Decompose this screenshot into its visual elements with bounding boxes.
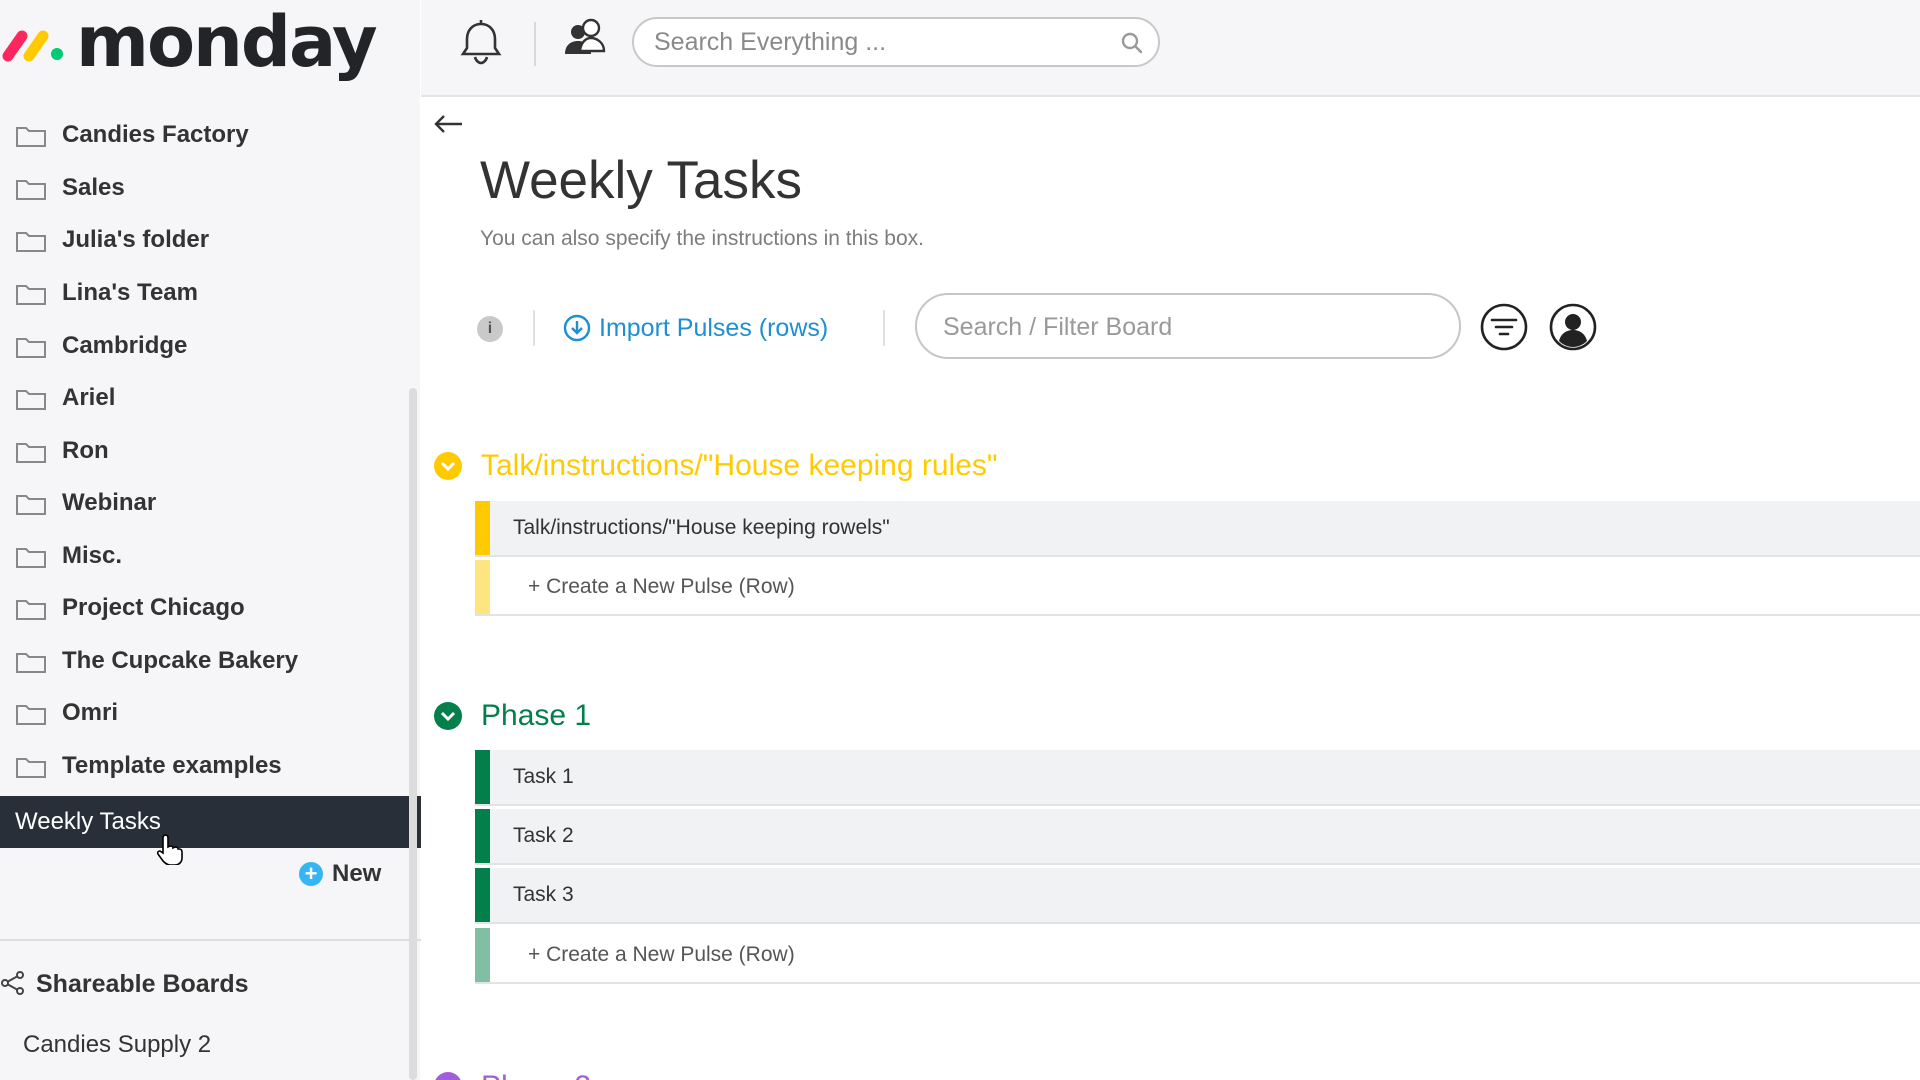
shareable-boards-title: Shareable Boards: [36, 970, 249, 998]
sidebar-folder-template-examples[interactable]: Template examples: [0, 744, 410, 788]
import-pulses-label: Import Pulses (rows): [599, 313, 829, 342]
row-color-bar: [475, 928, 490, 982]
row-label: Talk/instructions/"House keeping rowels": [513, 516, 890, 539]
folder-icon: [16, 127, 46, 147]
plus-icon: +: [299, 862, 323, 886]
sidebar-folder-omri[interactable]: Omri: [0, 691, 410, 735]
row-color-bar: [475, 501, 490, 555]
sidebar-folder-ariel[interactable]: Ariel: [0, 376, 410, 420]
sidebar-folder-the-cupcake-bakery[interactable]: The Cupcake Bakery: [0, 639, 410, 683]
sidebar-folder-candies-factory[interactable]: Candies Factory: [0, 113, 410, 157]
folder-icon: [16, 653, 46, 673]
topbar-separator: [534, 22, 536, 66]
new-board-button[interactable]: + New: [299, 859, 381, 889]
row-color-bar: [475, 868, 490, 922]
folder-label: Candies Factory: [62, 121, 249, 148]
folder-label: Misc.: [62, 542, 123, 569]
row-color-bar: [475, 750, 490, 804]
folder-label: Template examples: [62, 752, 282, 779]
sidebar-folder-cambridge[interactable]: Cambridge: [0, 324, 410, 368]
sidebar-item-weekly-tasks[interactable]: Weekly Tasks: [0, 796, 421, 848]
folder-label: The Cupcake Bakery: [62, 647, 299, 674]
folder-icon: [16, 705, 46, 725]
monday-logo[interactable]: monday: [0, 0, 420, 90]
folder-label: Lina's Team: [62, 279, 198, 306]
shareable-board-item[interactable]: Candies Supply 2: [23, 1031, 211, 1059]
folder-icon: [16, 443, 46, 463]
sidebar-folder-project-chicago[interactable]: Project Chicago: [0, 586, 410, 630]
create-pulse-label: + Create a New Pulse (Row): [528, 575, 795, 598]
sidebar-folder-linas-team[interactable]: Lina's Team: [0, 271, 410, 315]
folder-icon: [16, 180, 46, 200]
table-row[interactable]: Talk/instructions/"House keeping rowels": [475, 501, 1920, 557]
table-row[interactable]: Task 2: [475, 809, 1920, 865]
folder-label: Julia's folder: [62, 226, 210, 253]
sidebar-scrollbar[interactable]: [409, 388, 417, 1080]
folder-icon: [16, 285, 46, 305]
row-color-bar: [475, 809, 490, 863]
bell-icon[interactable]: [459, 19, 503, 65]
board-filter-input[interactable]: [943, 312, 1433, 342]
folder-icon: [16, 600, 46, 620]
create-pulse-row[interactable]: + Create a New Pulse (Row): [475, 560, 1920, 616]
folder-label: Ariel: [62, 384, 116, 411]
collapse-icon[interactable]: [433, 701, 463, 731]
folder-icon: [16, 390, 46, 410]
row-color-bar: [475, 560, 490, 614]
back-arrow-glyph: [434, 115, 462, 133]
folder-icon: [16, 338, 46, 358]
search-icon[interactable]: [1120, 31, 1144, 55]
toolbar-separator: [533, 310, 535, 346]
collapse-icon[interactable]: [433, 451, 463, 481]
download-icon: [563, 314, 591, 342]
sidebar-folder-ron[interactable]: Ron: [0, 429, 410, 473]
folder-icon: [16, 232, 46, 252]
back-arrow-icon[interactable]: [434, 108, 464, 138]
monday-logo-icon: [2, 30, 63, 62]
sidebar-folder-webinar[interactable]: Webinar: [0, 481, 410, 525]
people-icon[interactable]: [562, 18, 608, 62]
info-icon[interactable]: i: [477, 316, 503, 342]
folder-label: Sales: [62, 174, 125, 201]
folder-icon: [16, 548, 46, 568]
folder-label: Omri: [62, 699, 119, 726]
group-title: Phase 2: [481, 1070, 591, 1080]
sidebar-folder-julias-folder[interactable]: Julia's folder: [0, 218, 410, 262]
global-search[interactable]: [632, 17, 1160, 67]
filter-icon[interactable]: [1479, 302, 1529, 352]
person-filter-icon[interactable]: [1548, 302, 1598, 352]
group-title: Talk/instructions/"House keeping rules": [481, 449, 998, 482]
folder-icon: [16, 495, 46, 515]
group-title: Phase 1: [481, 699, 592, 732]
row-label: Task 2: [513, 824, 574, 847]
table-row[interactable]: Task 1: [475, 750, 1920, 806]
sidebar-folder-sales[interactable]: Sales: [0, 166, 410, 210]
share-icon: [1, 971, 24, 995]
collapse-icon[interactable]: [433, 1071, 463, 1080]
folder-label: Project Chicago: [62, 594, 245, 621]
toolbar-separator: [883, 310, 885, 346]
folder-icon: [16, 758, 46, 778]
hand-cursor-icon: [157, 834, 183, 865]
active-board-label: Weekly Tasks: [15, 808, 161, 835]
folder-label: Cambridge: [62, 332, 188, 359]
board-description[interactable]: You can also specify the instructions in…: [480, 227, 924, 251]
sidebar: monday Candies Factory Sales Julia's fol…: [0, 0, 421, 1080]
folder-label: Webinar: [62, 489, 157, 516]
table-row[interactable]: Task 3: [475, 868, 1920, 924]
create-pulse-label: + Create a New Pulse (Row): [528, 943, 795, 966]
folder-label: Ron: [62, 437, 109, 464]
sidebar-folder-misc[interactable]: Misc.: [0, 534, 410, 578]
row-label: Task 3: [513, 883, 574, 906]
sidebar-divider: [0, 939, 421, 941]
import-pulses-button[interactable]: Import Pulses (rows): [563, 311, 828, 345]
global-search-input[interactable]: [654, 27, 1094, 57]
board-filter-search[interactable]: [915, 293, 1461, 359]
create-pulse-row[interactable]: + Create a New Pulse (Row): [475, 928, 1920, 984]
row-label: Task 1: [513, 765, 574, 788]
new-label: New: [332, 860, 382, 887]
logo-text: monday: [76, 1, 378, 83]
board-title[interactable]: Weekly Tasks: [480, 150, 802, 211]
